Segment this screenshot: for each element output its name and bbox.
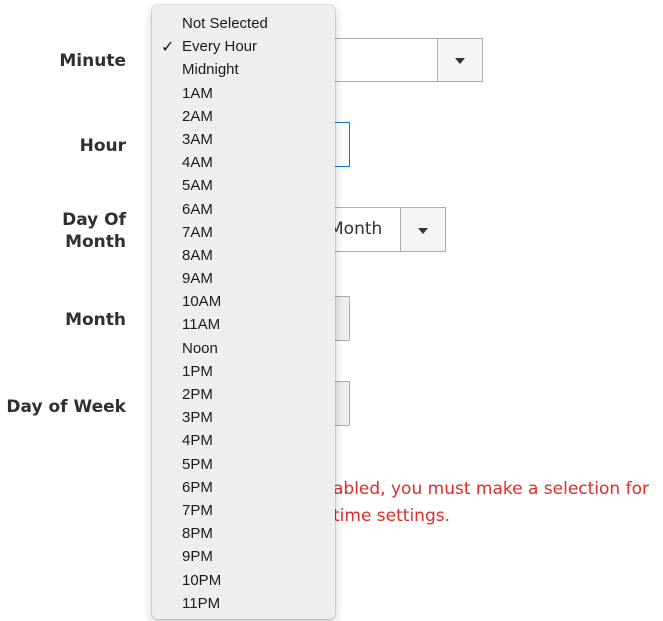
dropdown-option[interactable]: 7AM — [152, 221, 335, 244]
dropdown-option[interactable]: 8PM — [152, 522, 335, 545]
dropdown-option-label: Not Selected — [182, 15, 268, 32]
validation-message-line2: time settings. — [333, 506, 451, 526]
dropdown-option[interactable]: 9AM — [152, 267, 335, 290]
dropdown-option-label: 8AM — [182, 246, 213, 264]
minute-select-arrow[interactable] — [437, 39, 482, 81]
dropdown-option[interactable]: Noon — [152, 337, 335, 360]
dropdown-option-label: 6PM — [182, 478, 213, 496]
dropdown-option[interactable]: Midnight — [152, 58, 335, 81]
dropdown-option[interactable]: 8AM — [152, 244, 335, 267]
dropdown-option-label: 9AM — [182, 270, 213, 288]
dropdown-option[interactable]: 9PM — [152, 545, 335, 568]
dropdown-option[interactable]: 4AM — [152, 151, 335, 174]
day-of-month-select-arrow[interactable] — [400, 208, 445, 251]
dropdown-option-label: 1AM — [182, 84, 213, 102]
dropdown-option[interactable]: ✓ Every Hour — [152, 35, 335, 58]
dropdown-option[interactable]: 2AM — [152, 105, 335, 128]
dropdown-option[interactable]: 6PM — [152, 476, 335, 499]
checkmark-icon: ✓ — [161, 37, 175, 57]
month-label: Month — [65, 310, 126, 330]
dropdown-option-label: 3AM — [182, 130, 213, 148]
day-of-month-label-line1: Day Of — [62, 210, 126, 230]
cron-settings-form: Minute Hour Day Of Month Month Day of We… — [0, 0, 663, 621]
dropdown-option-label: 9PM — [182, 548, 213, 566]
dropdown-option[interactable]: 11AM — [152, 313, 335, 336]
day-of-week-label: Day of Week — [6, 397, 126, 417]
dropdown-option-label: Every Hour — [182, 38, 258, 56]
dropdown-option-label: Midnight — [182, 61, 239, 79]
dropdown-option-label: 4AM — [182, 154, 213, 172]
dropdown-option-label: 11PM — [182, 594, 221, 612]
dropdown-option-label: 5AM — [182, 177, 213, 195]
dropdown-option[interactable]: 5PM — [152, 453, 335, 476]
chevron-down-icon — [455, 58, 465, 64]
dropdown-option-label: 8PM — [182, 525, 213, 543]
dropdown-option-label: 7PM — [182, 501, 213, 519]
day-of-month-label-line2: Month — [65, 232, 126, 252]
dropdown-option[interactable]: 5AM — [152, 174, 335, 197]
dropdown-option-label: 10PM — [182, 571, 222, 589]
dropdown-option-label: 5PM — [182, 455, 213, 473]
day-of-month-label: Day Of Month — [62, 209, 126, 253]
dropdown-option-label: 10AM — [182, 293, 222, 311]
dropdown-option[interactable]: 3AM — [152, 128, 335, 151]
dropdown-option-label: 4PM — [182, 432, 213, 450]
chevron-down-icon — [418, 227, 428, 234]
dropdown-option[interactable]: 4PM — [152, 429, 335, 452]
dropdown-option[interactable]: 1AM — [152, 82, 335, 105]
hour-label: Hour — [79, 136, 126, 156]
dropdown-option[interactable]: 3PM — [152, 406, 335, 429]
dropdown-option-label: 1PM — [182, 362, 213, 380]
dropdown-option-label: 3PM — [182, 409, 213, 427]
validation-message-line1: abled, you must make a selection for — [333, 479, 649, 499]
dropdown-option-label: Noon — [182, 339, 218, 357]
dropdown-option[interactable]: 11PM — [152, 592, 335, 615]
dropdown-option[interactable]: Not Selected — [152, 12, 335, 35]
dropdown-option-label: 2AM — [182, 107, 213, 125]
dropdown-option-label: 6AM — [182, 200, 213, 218]
dropdown-option[interactable]: 7PM — [152, 499, 335, 522]
dropdown-option-label: 2PM — [182, 386, 213, 403]
dropdown-option[interactable]: 6AM — [152, 198, 335, 221]
minute-label: Minute — [59, 51, 126, 71]
dropdown-option[interactable]: 1PM — [152, 360, 335, 383]
dropdown-option-label: 7AM — [182, 223, 213, 241]
day-of-month-select-value: Month — [329, 219, 383, 239]
dropdown-option[interactable]: 2PM — [152, 383, 335, 406]
dropdown-option[interactable]: 10AM — [152, 290, 335, 313]
dropdown-option[interactable]: 10PM — [152, 569, 335, 592]
hour-dropdown-menu[interactable]: Not Selected ✓ Every Hour Midnight 1AM 2AM 3AM… — [152, 5, 335, 619]
dropdown-option-label: 11AM — [182, 316, 221, 334]
